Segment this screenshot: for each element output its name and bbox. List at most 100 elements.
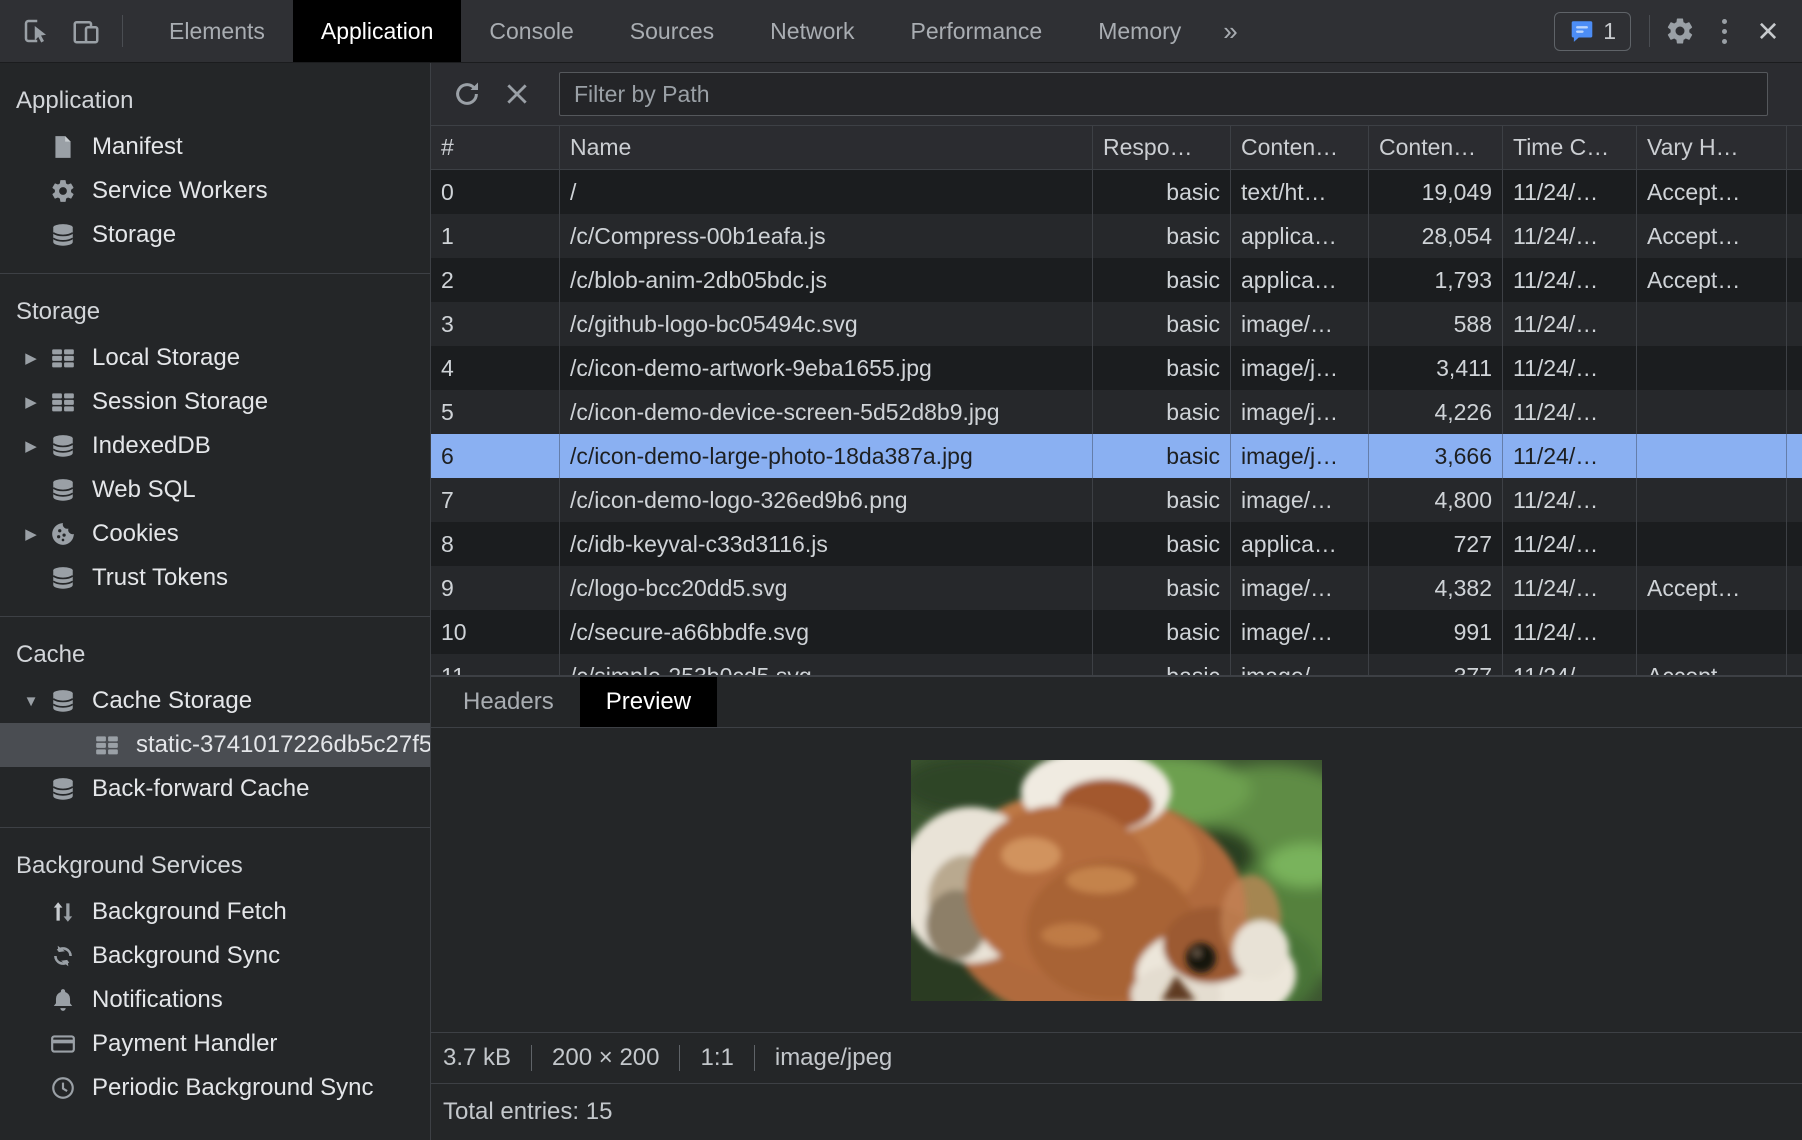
sidebar-item-back-forward-cache[interactable]: Back-forward Cache — [0, 767, 430, 811]
refresh-icon[interactable] — [445, 72, 489, 116]
table-row[interactable]: 10 /c/secure-a66bbdfe.svg basic image/… … — [431, 610, 1802, 654]
cell-vary-header — [1636, 302, 1786, 346]
cell-gutter — [1786, 478, 1802, 522]
cell-response-type: basic — [1092, 434, 1230, 478]
cell-gutter — [1786, 610, 1802, 654]
sidebar-item-payment-handler[interactable]: Payment Handler — [0, 1022, 430, 1066]
cell-response-type: basic — [1092, 654, 1230, 675]
tab-sources[interactable]: Sources — [602, 0, 742, 62]
cell-response-type: basic — [1092, 610, 1230, 654]
column-header-content-length[interactable]: Conten… — [1368, 126, 1502, 169]
sidebar-item-trust-tokens[interactable]: Trust Tokens — [0, 556, 430, 600]
table-row[interactable]: 7 /c/icon-demo-logo-326ed9b6.png basic i… — [431, 478, 1802, 522]
device-toolbar-icon[interactable] — [64, 9, 108, 53]
sidebar-item-manifest[interactable]: Manifest — [0, 125, 430, 169]
close-devtools-icon[interactable]: × — [1746, 9, 1790, 53]
more-options-dots-icon[interactable] — [1702, 9, 1746, 53]
cell-index: 1 — [431, 214, 559, 258]
delete-selected-icon[interactable] — [495, 72, 539, 116]
column-header-content-type[interactable]: Conten… — [1230, 126, 1368, 169]
filter-by-path-input[interactable] — [559, 72, 1768, 116]
sidebar-item-periodic-background-sync[interactable]: Periodic Background Sync — [0, 1066, 430, 1110]
table-row[interactable]: 3 /c/github-logo-bc05494c.svg basic imag… — [431, 302, 1802, 346]
tab-preview[interactable]: Preview — [580, 677, 717, 727]
column-header-time-cached[interactable]: Time C… — [1502, 126, 1636, 169]
cell-time-cached: 11/24/… — [1502, 170, 1636, 214]
cell-gutter — [1786, 522, 1802, 566]
sidebar-section-storage: Storage ▶ Local Storage ▶ Session Storag… — [0, 274, 430, 617]
sidebar-item-notifications[interactable]: Notifications — [0, 978, 430, 1022]
cell-time-cached: 11/24/… — [1502, 566, 1636, 610]
tab-console[interactable]: Console — [461, 0, 601, 62]
cookie-icon — [48, 519, 78, 549]
sidebar-item-background-sync[interactable]: Background Sync — [0, 934, 430, 978]
tab-application[interactable]: Application — [293, 0, 462, 62]
settings-gear-icon[interactable] — [1658, 9, 1702, 53]
cell-name: /c/icon-demo-artwork-9eba1655.jpg — [559, 346, 1092, 390]
expand-arrow-icon[interactable]: ▶ — [14, 349, 48, 367]
expand-arrow-icon[interactable]: ▶ — [14, 525, 48, 543]
cell-gutter — [1786, 214, 1802, 258]
column-header-response-type[interactable]: Respo… — [1092, 126, 1230, 169]
expand-arrow-icon[interactable]: ▶ — [14, 437, 48, 455]
cell-content-length: 3,666 — [1368, 434, 1502, 478]
cell-content-type: image/… — [1230, 478, 1368, 522]
tab-elements[interactable]: Elements — [141, 0, 293, 62]
cache-toolbar — [431, 63, 1802, 126]
cell-response-type: basic — [1092, 346, 1230, 390]
info-divider — [531, 1045, 532, 1071]
cell-content-length: 727 — [1368, 522, 1502, 566]
sidebar-item-web-sql[interactable]: Web SQL — [0, 468, 430, 512]
sidebar-item-static-cache[interactable]: static-3741017226db5c27f50bd — [0, 723, 430, 767]
sidebar-item-indexeddb[interactable]: ▶ IndexedDB — [0, 424, 430, 468]
issues-button[interactable]: 1 — [1554, 12, 1631, 51]
image-dimensions: 200 × 200 — [552, 1044, 659, 1072]
tab-headers[interactable]: Headers — [437, 677, 580, 727]
table-row[interactable]: 5 /c/icon-demo-device-screen-5d52d8b9.jp… — [431, 390, 1802, 434]
sidebar-item-cookies[interactable]: ▶ Cookies — [0, 512, 430, 556]
sidebar-item-session-storage[interactable]: ▶ Session Storage — [0, 380, 430, 424]
table-row[interactable]: 0 / basic text/ht… 19,049 11/24/… Accept… — [431, 170, 1802, 214]
expand-arrow-icon[interactable]: ▶ — [14, 393, 48, 411]
table-row[interactable]: 8 /c/idb-keyval-c33d3116.js basic applic… — [431, 522, 1802, 566]
tab-network[interactable]: Network — [742, 0, 882, 62]
sidebar-item-service-workers[interactable]: Service Workers — [0, 169, 430, 213]
collapse-arrow-icon[interactable]: ▼ — [14, 693, 48, 710]
inspect-element-icon[interactable] — [14, 9, 58, 53]
tab-memory[interactable]: Memory — [1070, 0, 1209, 62]
database-icon — [48, 431, 78, 461]
cell-vary-header: Accept… — [1636, 170, 1786, 214]
cell-response-type: basic — [1092, 214, 1230, 258]
cell-index: 5 — [431, 390, 559, 434]
image-mime-type: image/jpeg — [775, 1044, 892, 1072]
image-size: 3.7 kB — [443, 1044, 511, 1072]
cell-time-cached: 11/24/… — [1502, 346, 1636, 390]
tab-performance[interactable]: Performance — [883, 0, 1071, 62]
cell-time-cached: 11/24/… — [1502, 214, 1636, 258]
table-row[interactable]: 2 /c/blob-anim-2db05bdc.js basic applica… — [431, 258, 1802, 302]
cell-time-cached: 11/24/… — [1502, 478, 1636, 522]
database-icon — [48, 475, 78, 505]
table-row[interactable]: 6 /c/icon-demo-large-photo-18da387a.jpg … — [431, 434, 1802, 478]
table-row[interactable]: 1 /c/Compress-00b1eafa.js basic applica…… — [431, 214, 1802, 258]
table-row[interactable]: 11 /c/simple-253b0cd5.svg basic image/… … — [431, 654, 1802, 675]
application-sidebar: Application Manifest Service Workers Sto… — [0, 63, 431, 1140]
column-header-index[interactable]: # — [431, 126, 559, 169]
sidebar-item-local-storage[interactable]: ▶ Local Storage — [0, 336, 430, 380]
column-header-name[interactable]: Name — [559, 126, 1092, 169]
column-header-vary-header[interactable]: Vary H… — [1636, 126, 1786, 169]
file-icon — [48, 132, 78, 162]
sidebar-section-application: Application Manifest Service Workers Sto… — [0, 63, 430, 274]
sidebar-item-cache-storage[interactable]: ▼ Cache Storage — [0, 679, 430, 723]
cell-name: /c/Compress-00b1eafa.js — [559, 214, 1092, 258]
cell-gutter — [1786, 302, 1802, 346]
table-grid-icon — [48, 343, 78, 373]
cell-vary-header: Accept… — [1636, 566, 1786, 610]
more-tabs-chevron-icon[interactable]: » — [1209, 0, 1251, 62]
sidebar-item-storage[interactable]: Storage — [0, 213, 430, 257]
sidebar-item-background-fetch[interactable]: Background Fetch — [0, 890, 430, 934]
table-grid-icon — [92, 730, 122, 760]
table-row[interactable]: 4 /c/icon-demo-artwork-9eba1655.jpg basi… — [431, 346, 1802, 390]
cell-gutter — [1786, 654, 1802, 675]
table-row[interactable]: 9 /c/logo-bcc20dd5.svg basic image/… 4,3… — [431, 566, 1802, 610]
